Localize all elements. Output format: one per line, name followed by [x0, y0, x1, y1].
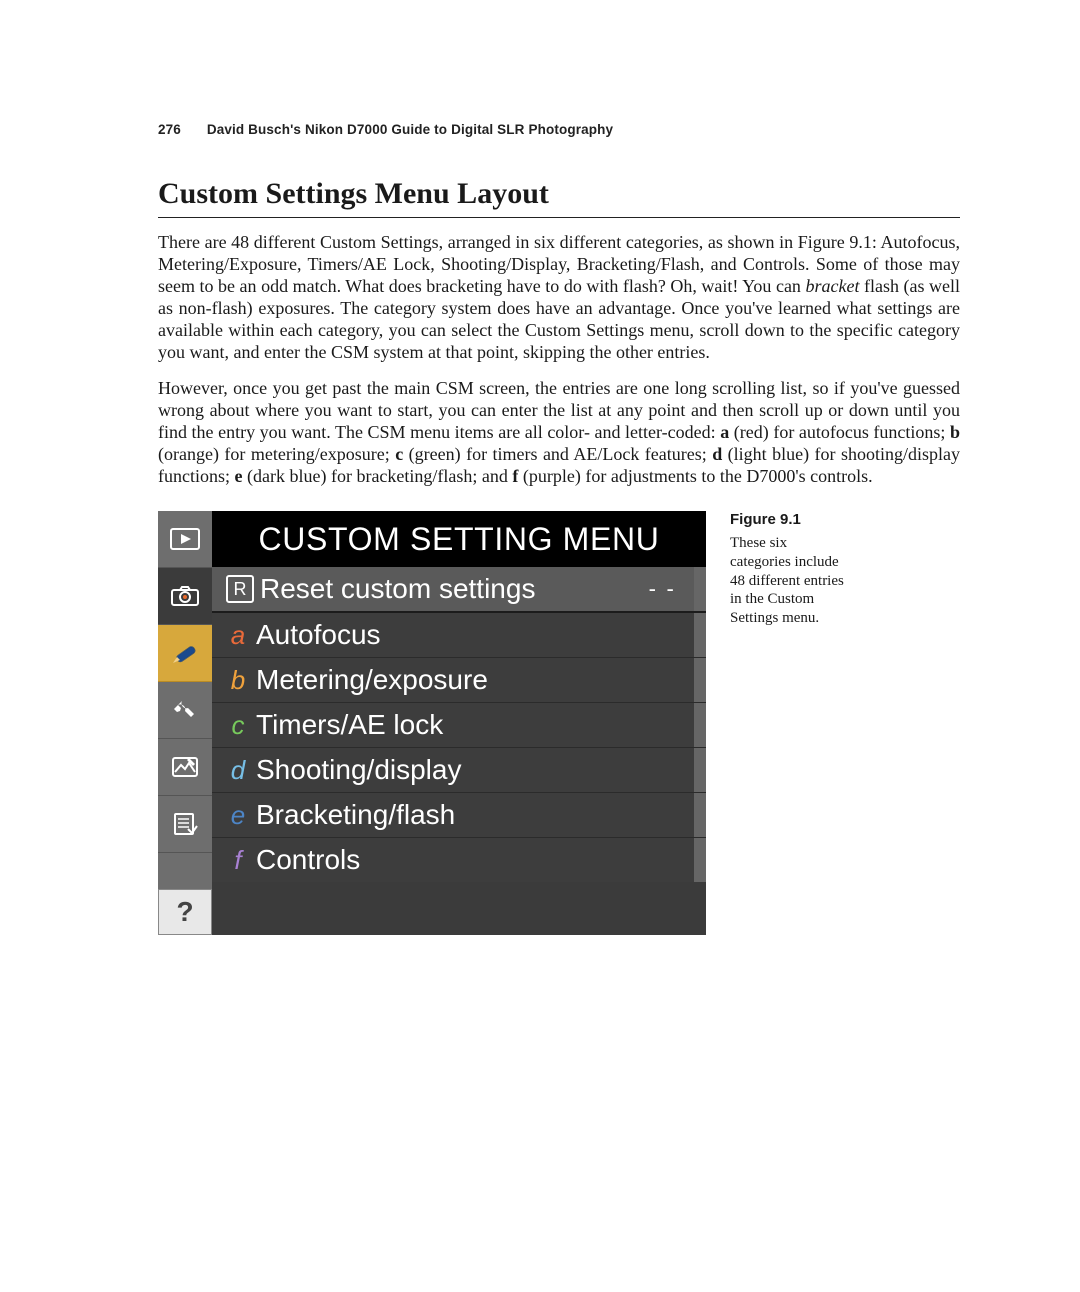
camera-menu-sidebar: ? — [158, 511, 212, 935]
mymenu-icon — [172, 812, 198, 836]
sidebar-tab-shooting[interactable] — [158, 568, 212, 625]
menu-item-bracketing[interactable]: e Bracketing/flash — [212, 793, 706, 838]
reset-badge: R — [226, 575, 254, 603]
figure-image: ? CUSTOM SETTING MENU R Reset custom set… — [158, 511, 706, 935]
retouch-icon — [171, 756, 199, 778]
menu-key-f: f — [226, 845, 250, 876]
book-page: 276 David Busch's Nikon D7000 Guide to D… — [0, 0, 1080, 1292]
camera-menu-main: CUSTOM SETTING MENU R Reset custom setti… — [212, 511, 706, 935]
menu-item-label: Timers/AE lock — [256, 709, 443, 741]
sidebar-tab-setup[interactable] — [158, 682, 212, 739]
sidebar-tab-playback[interactable] — [158, 511, 212, 568]
pencil-icon — [171, 639, 199, 667]
play-icon — [170, 528, 200, 550]
menu-item-autofocus[interactable]: a Autofocus — [212, 613, 706, 658]
menu-key-e: e — [226, 800, 250, 831]
figure-label: Figure 9.1 — [730, 511, 850, 530]
figure-caption-text: These six categories include 48 differen… — [730, 535, 844, 626]
body-paragraph-1: There are 48 different Custom Settings, … — [158, 232, 960, 364]
menu-item-label: Bracketing/flash — [256, 799, 455, 831]
help-icon: ? — [176, 896, 193, 928]
menu-key-a: a — [226, 620, 250, 651]
section-heading: Custom Settings Menu Layout — [158, 177, 960, 218]
camera-menu-title: CUSTOM SETTING MENU — [212, 511, 706, 567]
sidebar-tab-custom[interactable] — [158, 625, 212, 682]
book-title: David Busch's Nikon D7000 Guide to Digit… — [207, 122, 613, 137]
page-number: 276 — [158, 122, 181, 137]
menu-item-value: - - — [649, 576, 676, 602]
menu-item-reset[interactable]: R Reset custom settings - - — [212, 567, 706, 613]
sidebar-tab-retouch[interactable] — [158, 739, 212, 796]
figure-caption: Figure 9.1 These six categories include … — [730, 511, 850, 935]
body-paragraph-2: However, once you get past the main CSM … — [158, 378, 960, 488]
menu-key-c: c — [226, 710, 250, 741]
wrench-icon — [172, 697, 198, 723]
menu-item-metering[interactable]: b Metering/exposure — [212, 658, 706, 703]
camera-icon — [170, 585, 200, 607]
menu-key-b: b — [226, 665, 250, 696]
figure-row: ? CUSTOM SETTING MENU R Reset custom set… — [158, 511, 960, 935]
menu-key-d: d — [226, 755, 250, 786]
menu-item-label: Controls — [256, 844, 360, 876]
menu-item-label: Autofocus — [256, 619, 381, 651]
sidebar-help[interactable]: ? — [158, 889, 212, 935]
running-head: 276 David Busch's Nikon D7000 Guide to D… — [158, 122, 960, 137]
menu-item-label: Shooting/display — [256, 754, 461, 786]
menu-item-shooting[interactable]: d Shooting/display — [212, 748, 706, 793]
sidebar-spacer — [158, 853, 212, 889]
menu-item-label: Reset custom settings — [260, 573, 535, 605]
camera-menu: ? CUSTOM SETTING MENU R Reset custom set… — [158, 511, 706, 935]
menu-item-timers[interactable]: c Timers/AE lock — [212, 703, 706, 748]
menu-item-controls[interactable]: f Controls — [212, 838, 706, 882]
sidebar-tab-mymenu[interactable] — [158, 796, 212, 853]
menu-item-label: Metering/exposure — [256, 664, 488, 696]
